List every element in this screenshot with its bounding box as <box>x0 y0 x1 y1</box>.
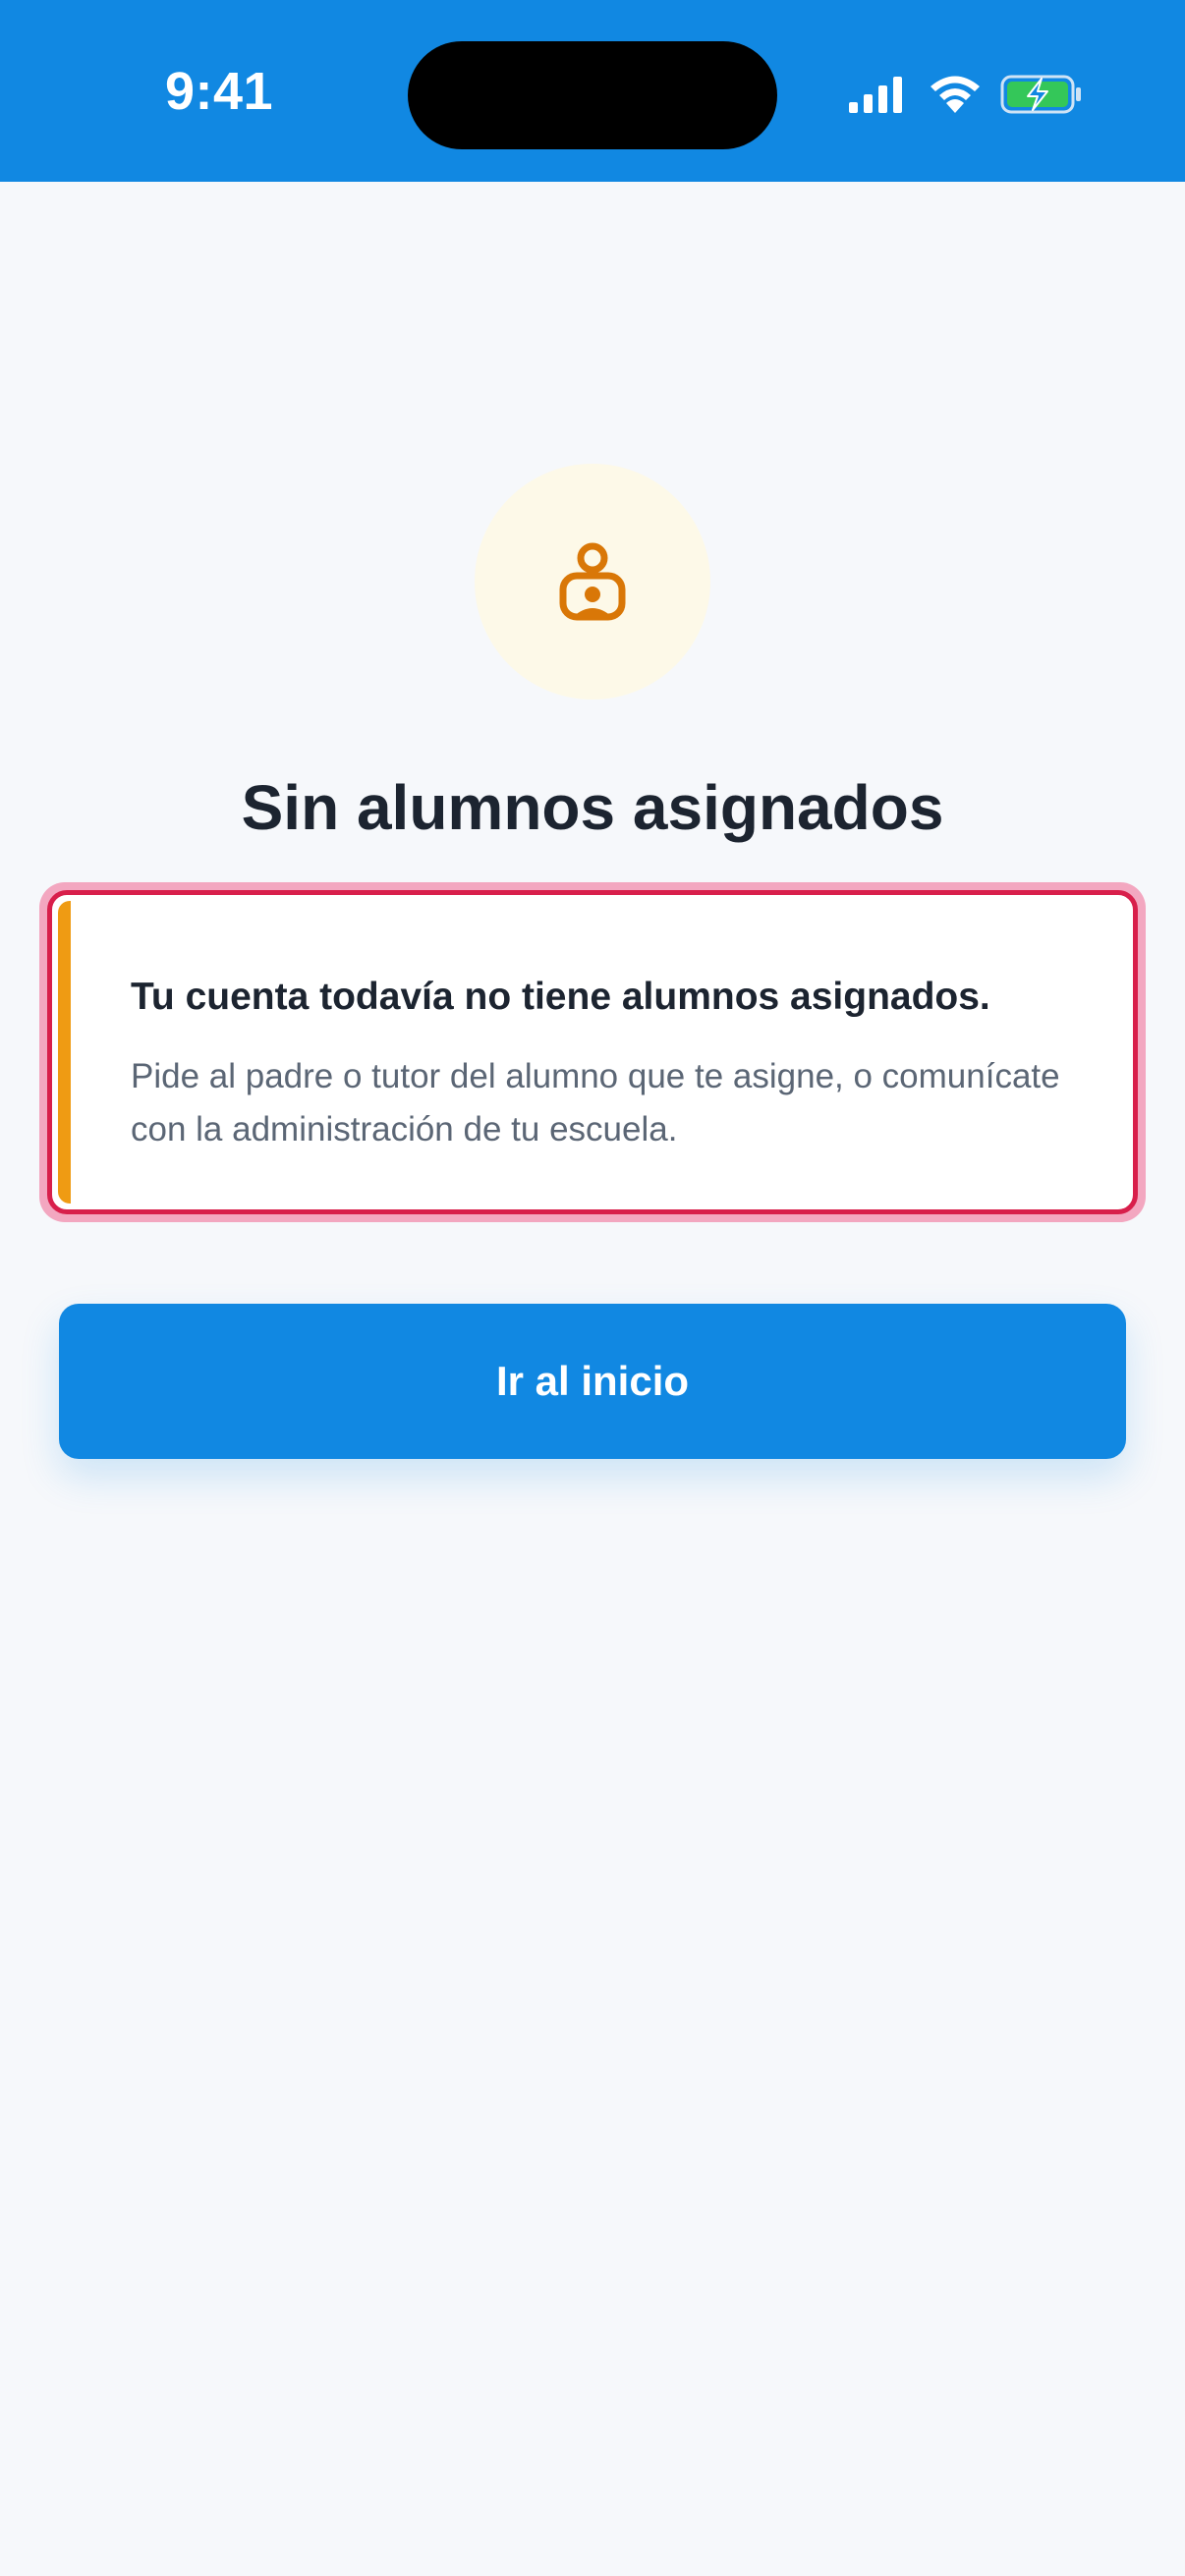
status-bar: 9:41 <box>0 0 1185 182</box>
notice-body: Pide al padre o tutor del alumno que te … <box>131 1057 1060 1148</box>
battery-charging-icon <box>1000 75 1081 114</box>
status-icons <box>847 71 1083 120</box>
status-time: 9:41 <box>165 62 274 121</box>
notice-heading: Tu cuenta todavía no tiene alumnos asign… <box>131 976 990 1018</box>
signal-icon <box>849 77 902 113</box>
page-title: Sin alumnos asignados <box>241 772 944 843</box>
go-home-button[interactable]: Ir al inicio <box>59 1304 1126 1459</box>
dynamic-island <box>408 41 777 149</box>
empty-state-icon-container <box>475 464 710 700</box>
wifi-icon <box>931 76 980 113</box>
notice-card: Tu cuenta todavía no tiene alumnos asign… <box>47 890 1138 1214</box>
notice-accent-bar <box>58 901 71 1204</box>
student-badge-icon <box>559 542 626 621</box>
